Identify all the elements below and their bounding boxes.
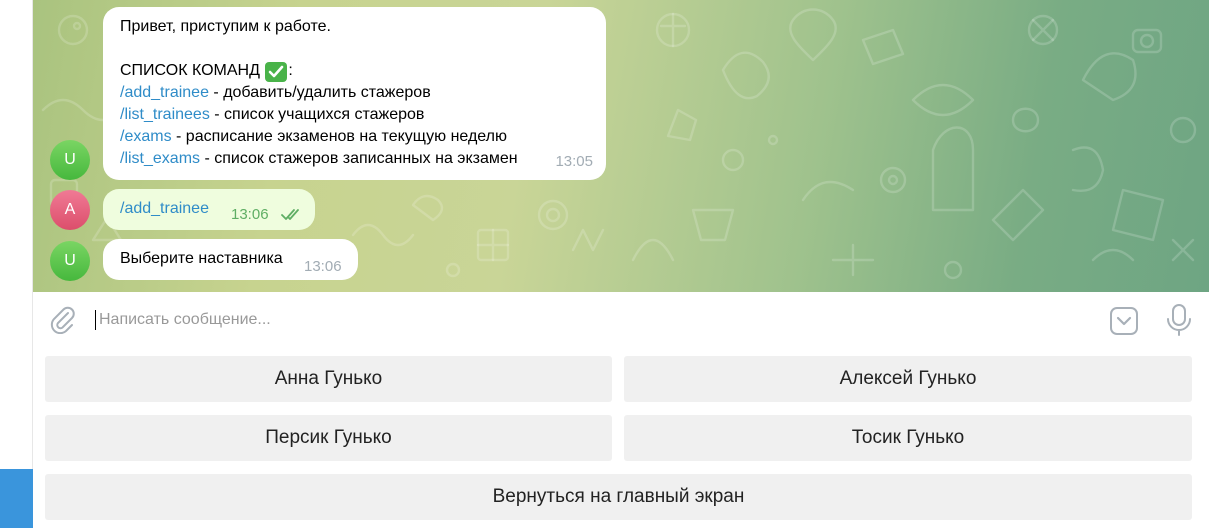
microphone-icon[interactable] — [1165, 303, 1193, 337]
paperclip-icon[interactable] — [47, 304, 77, 334]
command-description: - добавить/удалить стажеров — [208, 84, 431, 101]
message-composer — [33, 292, 1209, 348]
command-link[interactable]: /list_trainees — [120, 106, 210, 123]
text-caret — [95, 310, 96, 330]
commands-title: СПИСОК КОМАНД — [120, 62, 260, 79]
command-line: /list_exams - список стажеров записанных… — [120, 148, 589, 170]
avatar[interactable]: A — [50, 190, 90, 230]
command-description: - список стажеров записанных на экзамен — [200, 150, 518, 167]
message-bubble[interactable]: /add_trainee 13:06 — [103, 189, 315, 230]
message-bubble[interactable]: Выберите наставника 13:06 — [103, 239, 358, 280]
keyboard-button-tosik[interactable]: Тосик Гунько — [624, 415, 1192, 461]
reply-keyboard: Анна Гунько Алексей Гунько Персик Гунько… — [33, 348, 1209, 528]
double-check-read-icon — [281, 209, 299, 220]
command-link[interactable]: /exams — [120, 128, 172, 145]
message-time: 13:05 — [555, 153, 593, 170]
chat-history[interactable]: U Привет, приступим к работе. СПИСОК КОМ… — [33, 0, 1209, 292]
avatar[interactable]: U — [50, 241, 90, 281]
message-time: 13:06 — [304, 258, 342, 275]
command-description: - список учащихся стажеров — [209, 106, 425, 123]
command-link[interactable]: /list_exams — [120, 150, 200, 167]
message-command-link[interactable]: /add_trainee — [120, 200, 209, 217]
commands-title-suffix: : — [288, 62, 293, 79]
keyboard-button-main-menu[interactable]: Вернуться на главный экран — [45, 474, 1192, 520]
left-sidebar-strip — [0, 0, 33, 528]
white-check-mark-icon — [265, 62, 288, 82]
keyboard-button-persik[interactable]: Персик Гунько — [45, 415, 612, 461]
command-link[interactable]: /add_trainee — [120, 84, 209, 101]
keyboard-button-anna[interactable]: Анна Гунько — [45, 356, 612, 402]
message-bubble[interactable]: Привет, приступим к работе. СПИСОК КОМАН… — [103, 7, 606, 180]
command-description: - расписание экзаменов на текущую неделю — [171, 128, 507, 145]
command-line: /add_trainee - добавить/удалить стажеров — [120, 82, 589, 104]
avatar[interactable]: U — [50, 140, 90, 180]
command-line: /exams - расписание экзаменов на текущую… — [120, 126, 589, 148]
message-text: Выберите наставника — [120, 250, 283, 267]
command-line: /list_trainees - список учащихся стажеро… — [120, 104, 589, 126]
active-chat-indicator[interactable] — [0, 469, 33, 528]
message-input[interactable] — [99, 306, 999, 334]
keyboard-hide-icon[interactable] — [1109, 306, 1139, 336]
keyboard-button-aleksey[interactable]: Алексей Гунько — [624, 356, 1192, 402]
message-title-line: СПИСОК КОМАНД : — [120, 60, 589, 82]
message-text-line: Привет, приступим к работе. — [120, 18, 331, 35]
message-time: 13:06 — [231, 206, 269, 223]
